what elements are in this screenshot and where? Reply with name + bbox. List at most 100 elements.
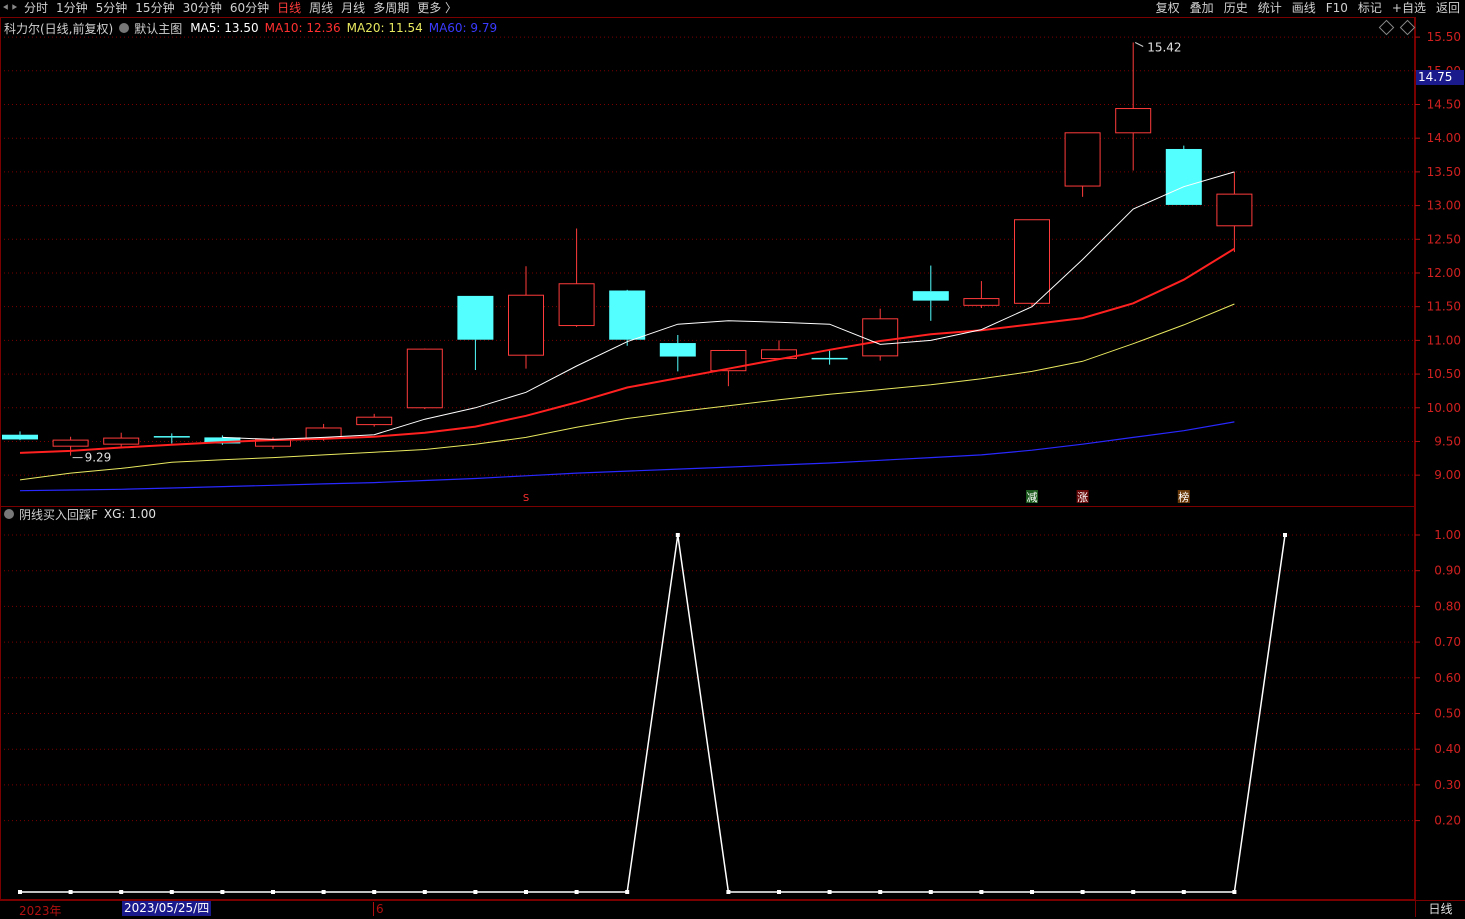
xg-point [1181,890,1186,894]
xg-point [1232,890,1237,894]
candle-body-up [406,348,443,409]
period-tab-8[interactable]: 月线 [337,0,369,17]
indicator-tick-label: 0.30 [1434,778,1461,792]
signal-badge-1: 减 [1027,491,1038,504]
xg-point [928,890,933,894]
candle-body-up [1115,108,1152,134]
chart-border [0,17,1415,900]
cursor-date: 2023/05/25/四 [122,901,212,916]
ma5-line [222,171,1235,440]
xg-point [321,890,326,894]
period-tab-7[interactable]: 周线 [305,0,337,17]
stock-name[interactable]: 科力尔(日线,前复权) [4,20,113,37]
xg-point [68,890,73,894]
price-tick-label: 10.00 [1427,401,1461,415]
candle-body-down [609,290,646,340]
ma10-line [19,247,1235,454]
xg-point [878,890,883,894]
period-tab-10[interactable]: 更多 〉 [413,0,461,17]
indicator-tick-label: 0.90 [1434,564,1461,578]
toolbar-button-5[interactable]: F10 [1321,0,1353,17]
xg-point [574,890,579,894]
xg-point [625,890,630,894]
period-toolbar: ⯇⯈ 分时 1分钟 5分钟 15分钟 30分钟 60分钟 日线 周线 月线 多周期 更多 〉 复权叠… [0,0,1465,17]
candle-body-up [103,437,140,445]
settings-circle-icon[interactable] [119,23,130,33]
stock-chart[interactable]: 9.00 9.50 10.00 10.50 11.00 11.50 12.00 12.50 13… [0,17,1465,917]
high-marker-arrow [1134,42,1144,47]
period-tab-1[interactable]: 1分钟 [52,0,92,17]
ma5-label: MA5: 13.50 [190,21,259,35]
ma60-line [19,421,1235,492]
low-price-label: 9.29 [85,451,112,465]
ma60-label: MA60: 9.79 [428,21,498,35]
xg-point [777,890,781,894]
indicator-tick-label: 0.70 [1434,635,1461,649]
toolbar-button-0[interactable]: 复权 [1151,0,1185,17]
period-tab-3[interactable]: 15分钟 [131,0,178,17]
xg-point [473,890,478,894]
candle-body-down [912,291,949,301]
ma20-label: MA20: 11.54 [346,21,423,35]
price-tick-label: 9.00 [1434,468,1461,482]
xg-point [524,890,528,894]
price-tick-label: 11.50 [1427,300,1461,314]
indicator-tick-label: 1.00 [1434,528,1461,542]
period-tab-6[interactable]: 日线 [273,0,305,17]
year-label: 2023年 [19,904,62,918]
indicator-value: XG: 1.00 [103,507,157,521]
settings-circle-icon[interactable] [4,509,14,519]
candle-body-up [862,318,899,357]
xg-point [1080,890,1085,894]
toolbar-button-7[interactable]: +自选 [1387,0,1431,17]
candle-body-down [2,434,38,440]
price-tick-label: 12.00 [1427,266,1461,280]
toolbar-button-8[interactable]: 返回 [1431,0,1465,17]
xg-point [1283,532,1287,537]
toolbar-button-4[interactable]: 画线 [1287,0,1321,17]
period-tab-5[interactable]: 60分钟 [226,0,273,17]
indicator-tick-label: 0.80 [1434,599,1461,613]
candle-body-up [1064,132,1101,187]
period-tab-0[interactable]: 分时 [20,0,52,17]
candle-body-up [558,283,595,327]
current-price-tag: 14.75 [1416,70,1464,85]
xg-line [20,534,1286,893]
collapse-icon[interactable]: ⯇⯈ [2,2,18,16]
template-name[interactable]: 默认主图 [134,20,182,37]
xg-point [726,890,731,894]
price-tick-label: 11.00 [1427,333,1461,347]
signal-badge-3: 榜 [1178,490,1189,504]
price-tick-label: 12.50 [1427,232,1461,246]
period-tab-4[interactable]: 30分钟 [179,0,226,17]
indicator-header: 阴线买入回踩F XG: 1.00 [4,506,156,522]
price-tick-label: 10.50 [1427,367,1461,381]
toolbar-button-3[interactable]: 统计 [1253,0,1287,17]
toolbar-button-2[interactable]: 历史 [1219,0,1253,17]
candle-body-up [1014,219,1050,304]
period-indicator[interactable]: 日线 [1416,900,1465,917]
xg-point [1030,890,1034,894]
toolbar-button-6[interactable]: 标记 [1353,0,1387,17]
indicator-name[interactable]: 阴线买入回踩F [19,506,98,523]
xg-point [979,890,984,894]
candle-body-down [659,343,696,357]
xg-point [169,890,174,894]
price-tick-label: 14.00 [1427,131,1461,145]
toolbar-right: 复权 叠加 历史 统计 画线 F10 标记 +自选 返回 [1151,0,1465,17]
indicator-tick-label: 0.40 [1434,742,1461,756]
xg-point [18,890,22,894]
period-tab-2[interactable]: 5分钟 [92,0,132,17]
toolbar-button-1[interactable]: 叠加 [1185,0,1219,17]
candle-body-down [1165,148,1202,205]
indicator-tick-label: 0.50 [1434,706,1461,720]
candle-body-up [356,416,393,426]
high-price-label: 15.42 [1147,41,1181,55]
period-tab-9[interactable]: 多周期 [369,0,413,17]
xg-point [119,890,124,894]
xg-point [422,890,427,894]
indicator-tick-label: 0.20 [1434,814,1461,828]
xg-point [675,532,680,537]
candle-body-up [1216,193,1253,227]
xg-point [271,890,275,894]
